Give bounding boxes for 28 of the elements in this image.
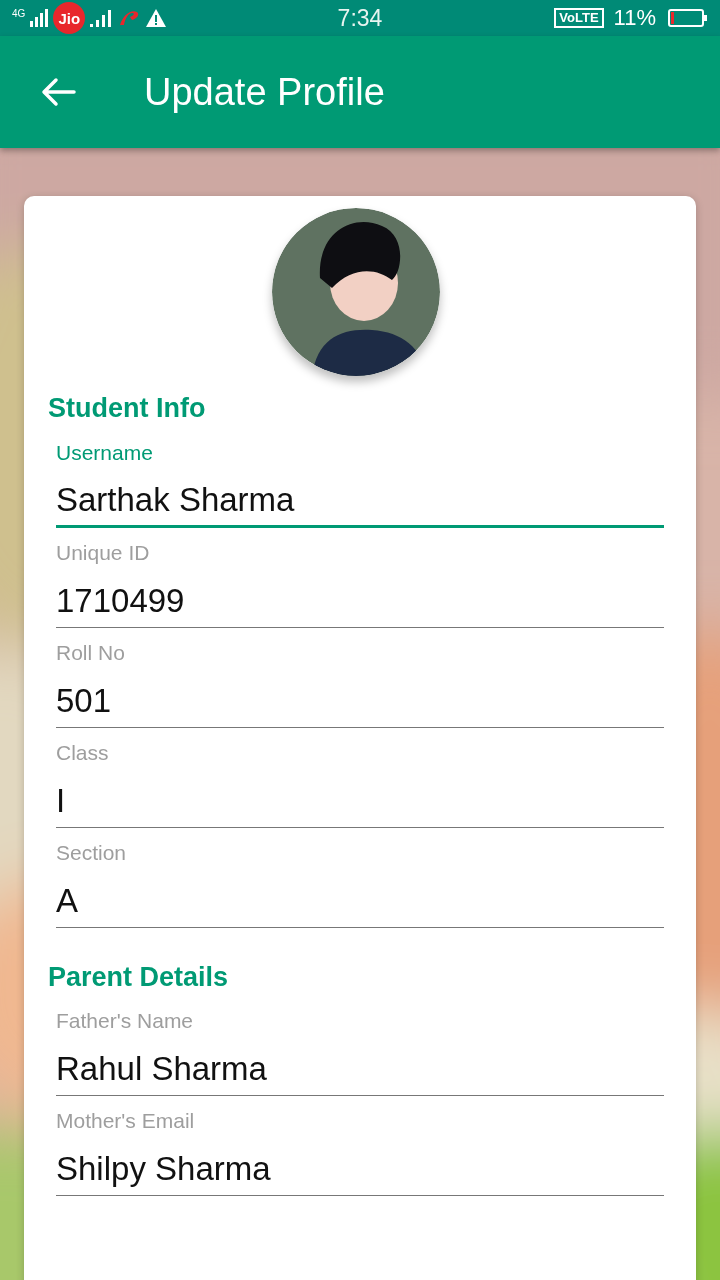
field-label: Username: [56, 440, 154, 466]
field-label: Mother's Email: [56, 1108, 196, 1134]
section-heading: Student Info: [48, 392, 207, 425]
text-field[interactable]: Sarthak Sharma: [56, 466, 664, 528]
network-type: 4G: [12, 8, 26, 19]
field-label: Class: [56, 740, 110, 766]
carrier-badge: Jio: [53, 2, 86, 34]
text-field[interactable]: A: [56, 866, 664, 928]
text-field[interactable]: Rahul Sharma: [56, 1034, 664, 1096]
section-heading: Parent Details: [48, 961, 230, 994]
warning-icon: [145, 8, 168, 28]
signal-icon: [29, 7, 50, 29]
signal-icon: [89, 7, 114, 29]
text-field[interactable]: 1710499: [56, 566, 664, 628]
text-field[interactable]: 501: [56, 666, 664, 728]
field-label: Father's Name: [56, 1008, 195, 1034]
battery-percent: 11%: [613, 5, 656, 31]
field-label: Unique ID: [56, 540, 151, 566]
battery-icon: [668, 8, 708, 28]
field-label: Section: [56, 840, 128, 866]
back-arrow-icon: [40, 76, 76, 108]
text-field[interactable]: I: [56, 766, 664, 828]
field-label: Roll No: [56, 640, 126, 666]
avatar[interactable]: [272, 208, 440, 376]
screen-title: Update Profile: [144, 70, 385, 114]
volte-indicator: VoLTE: [554, 8, 604, 28]
clock-time: 7:34: [337, 4, 383, 32]
text-field[interactable]: Shilpy Sharma: [56, 1134, 664, 1196]
